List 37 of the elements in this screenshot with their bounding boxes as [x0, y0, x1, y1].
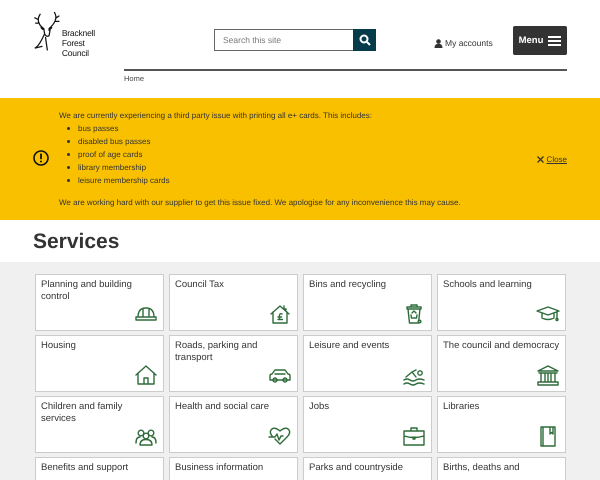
service-tile[interactable]: Council Tax: [169, 274, 298, 331]
alert-list-item: bus passes: [78, 124, 118, 133]
service-tile[interactable]: Parks and countryside: [303, 457, 432, 480]
menu-button[interactable]: Menu: [513, 26, 567, 55]
alert-list-item: proof of age cards: [78, 150, 142, 159]
service-tile[interactable]: Benefits and support: [35, 457, 164, 480]
warning-icon: [33, 150, 49, 166]
alert-text: We are working hard with our supplier to get this issue fixed. We apologise for any inconvenience this may cause.: [59, 197, 462, 209]
service-tile[interactable]: Births, deaths and: [437, 457, 566, 480]
service-tile[interactable]: Jobs: [303, 396, 432, 453]
person-icon: [434, 38, 443, 48]
alert-text: We are currently experiencing a third party issue with printing all e+ cards. This includes:: [59, 110, 373, 122]
service-tile[interactable]: Roads, parking and transport: [169, 335, 298, 392]
service-tile[interactable]: Housing: [35, 335, 164, 392]
logo-text: Bracknell Forest Council: [62, 28, 95, 58]
service-tile[interactable]: Health and social care: [169, 396, 298, 453]
building-columns-icon: [536, 363, 560, 387]
my-accounts-link[interactable]: My accounts: [434, 38, 493, 48]
alert-list-item: disabled bus passes: [78, 137, 150, 146]
close-link[interactable]: Close: [536, 154, 567, 164]
service-tile[interactable]: Children and family services: [35, 396, 164, 453]
service-tile[interactable]: The council and democracy: [437, 335, 566, 392]
section-heading: Services: [32, 229, 120, 255]
alert-list-item: library membership: [78, 163, 146, 172]
service-tile[interactable]: Planning and building control: [35, 274, 164, 331]
service-tile[interactable]: Bins and recycling: [303, 274, 432, 331]
close-icon: [536, 156, 544, 162]
alert-list-item: leisure membership cards: [78, 176, 170, 185]
service-tile[interactable]: Business information: [169, 457, 298, 480]
menu-icon: [548, 36, 562, 46]
search-field[interactable]: Search this site: [214, 29, 353, 51]
search-button[interactable]: [353, 29, 376, 51]
service-tile[interactable]: Leisure and events: [303, 335, 432, 392]
service-tile[interactable]: Schools and learning: [437, 274, 566, 331]
search-icon: [358, 34, 370, 46]
house-icon: [134, 363, 158, 387]
service-tile[interactable]: Libraries: [437, 396, 566, 453]
